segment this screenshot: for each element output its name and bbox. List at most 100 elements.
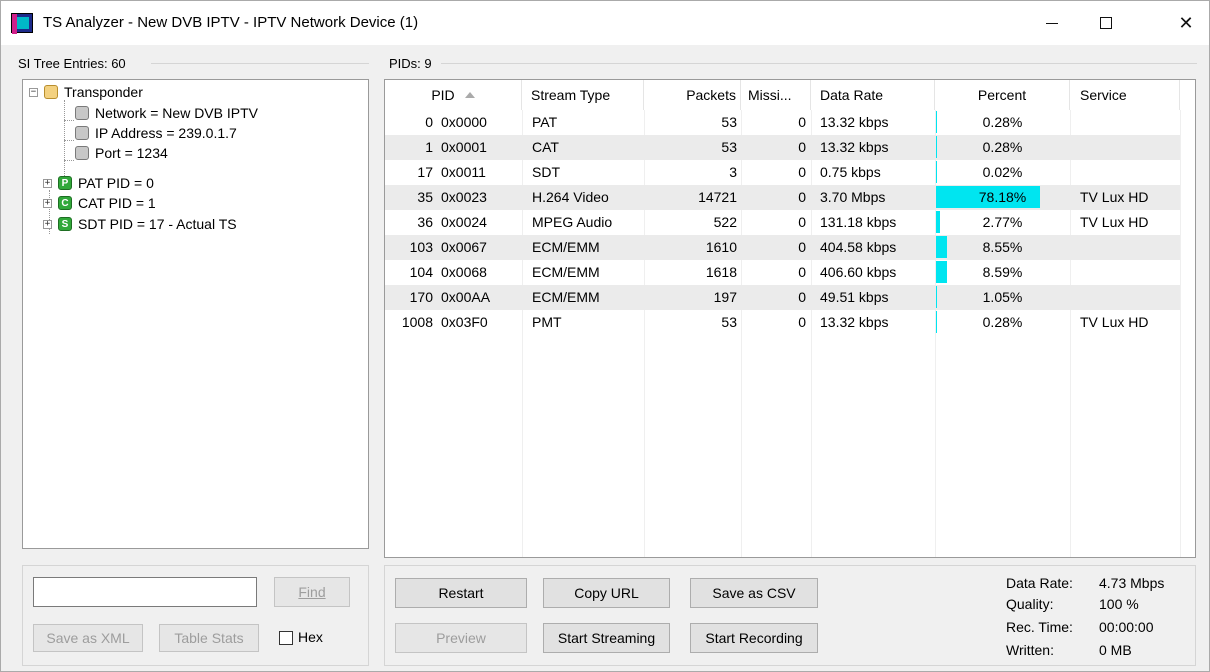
tree-node-transponder[interactable]: − Transponder <box>29 82 143 102</box>
expand-icon[interactable]: + <box>43 198 52 208</box>
column-header-percent[interactable]: Percent <box>935 80 1070 110</box>
close-button[interactable]: ✕ <box>1163 1 1209 45</box>
table-row[interactable]: 36 0x0024 MPEG Audio 522 0 131.18 kbps 2.77% TV… <box>385 210 1180 235</box>
minimize-button[interactable] <box>1029 1 1075 45</box>
hex-checkbox[interactable] <box>279 631 293 645</box>
column-header-stream-type[interactable]: Stream Type <box>522 80 644 110</box>
tree-node-network[interactable]: Network = New DVB IPTV <box>75 103 258 123</box>
stream-type-cell: CAT <box>532 139 559 155</box>
table-row[interactable]: 1008 0x03F0 PMT 53 0 13.32 kbps 0.28% TV Lux HD <box>385 310 1180 335</box>
find-button[interactable]: Find <box>274 577 350 607</box>
missing-cell: 0 <box>798 239 806 255</box>
start-recording-button[interactable]: Start Recording <box>690 623 818 653</box>
tree-node-pat[interactable]: + P PAT PID = 0 <box>43 173 154 193</box>
table-row[interactable]: 17 0x0011 SDT 3 0 0.75 kbps 0.02% <box>385 160 1180 185</box>
stream-type-cell: SDT <box>532 164 560 180</box>
preview-button[interactable]: Preview <box>395 623 527 653</box>
pid-hex-cell: 0x0001 <box>441 139 487 155</box>
table-row[interactable]: 104 0x0068 ECM/EMM 1618 0 406.60 kbps 8.59% <box>385 260 1180 285</box>
tree-node-ip-address[interactable]: IP Address = 239.0.1.7 <box>75 123 237 143</box>
grey-node-icon <box>75 126 89 140</box>
maximize-button[interactable] <box>1083 1 1129 45</box>
service-cell: TV Lux HD <box>1080 314 1149 330</box>
packets-cell: 3 <box>729 164 737 180</box>
pid-hex-cell: 0x0068 <box>441 264 487 280</box>
close-icon: ✕ <box>1178 12 1194 33</box>
column-header-data-rate[interactable]: Data Rate <box>811 80 935 110</box>
service-cell <box>1080 260 1180 285</box>
pid-hex-cell: 0x0023 <box>441 189 487 205</box>
stream-type-cell: PMT <box>532 314 562 330</box>
restart-button[interactable]: Restart <box>395 578 527 608</box>
percent-cell: 8.55% <box>982 239 1023 255</box>
collapse-icon[interactable]: − <box>29 87 38 97</box>
table-stats-button[interactable]: Table Stats <box>159 624 259 652</box>
table-row[interactable]: 103 0x0067 ECM/EMM 1610 0 404.58 kbps 8.55% <box>385 235 1180 260</box>
service-cell <box>1080 235 1180 260</box>
search-input[interactable] <box>33 577 257 607</box>
column-header-pid[interactable]: PID <box>385 80 522 110</box>
data-rate-cell: 49.51 kbps <box>820 289 889 305</box>
pid-hex-cell: 0x0000 <box>441 114 487 130</box>
percent-cell: 0.28% <box>982 314 1023 330</box>
pat-icon: P <box>58 176 72 190</box>
written-label: Written: <box>1006 642 1054 658</box>
preview-button-label: Preview <box>436 630 486 646</box>
save-as-csv-button[interactable]: Save as CSV <box>690 578 818 608</box>
table-row[interactable]: 1 0x0001 CAT 53 0 13.32 kbps 0.28% <box>385 135 1180 160</box>
column-divider <box>1180 110 1181 557</box>
data-rate-cell: 406.60 kbps <box>820 264 897 280</box>
grey-node-icon <box>75 146 89 160</box>
column-header-missing[interactable]: Missi... <box>741 80 811 110</box>
column-header-packets[interactable]: Packets <box>644 80 741 110</box>
packets-cell: 197 <box>713 289 737 305</box>
percent-cell: 0.02% <box>982 164 1023 180</box>
percent-cell: 2.77% <box>982 214 1023 230</box>
pid-hex-cell: 0x00AA <box>441 289 491 305</box>
copy-url-button[interactable]: Copy URL <box>543 578 670 608</box>
tree-node-label: SDT PID = 17 - Actual TS <box>78 216 237 232</box>
copy-url-button-label: Copy URL <box>574 585 639 601</box>
service-cell <box>1080 110 1180 135</box>
expand-icon[interactable]: + <box>43 178 52 188</box>
pid-cell: 17 <box>417 164 433 180</box>
title-bar: TS Analyzer - New DVB IPTV - IPTV Networ… <box>1 1 1209 45</box>
sdt-icon: S <box>58 217 72 231</box>
service-cell: TV Lux HD <box>1080 214 1149 230</box>
written-value: 0 MB <box>1099 642 1132 658</box>
stream-type-cell: ECM/EMM <box>532 289 600 305</box>
pids-header: PIDs: 9 <box>389 56 435 71</box>
pids-table[interactable]: PID Stream Type Packets Missi... Data Ra… <box>384 79 1196 558</box>
stream-type-cell: H.264 Video <box>532 189 609 205</box>
table-row[interactable]: 0 0x0000 PAT 53 0 13.32 kbps 0.28% <box>385 110 1180 135</box>
save-as-xml-button[interactable]: Save as XML <box>33 624 143 652</box>
table-row[interactable]: 170 0x00AA ECM/EMM 197 0 49.51 kbps 1.05% <box>385 285 1180 310</box>
start-streaming-button[interactable]: Start Streaming <box>543 623 670 653</box>
pid-cell: 1 <box>425 139 433 155</box>
percent-cell: 0.28% <box>982 114 1023 130</box>
pid-cell: 103 <box>409 239 433 255</box>
pid-hex-cell: 0x03F0 <box>441 314 488 330</box>
rec-time-value: 00:00:00 <box>1099 619 1154 635</box>
table-row[interactable]: 35 0x0023 H.264 Video 14721 0 3.70 Mbps 78.18%… <box>385 185 1180 210</box>
maximize-icon <box>1100 17 1112 29</box>
stream-type-cell: ECM/EMM <box>532 264 600 280</box>
tree-node-cat[interactable]: + C CAT PID = 1 <box>43 193 156 213</box>
tree-node-label: CAT PID = 1 <box>78 195 156 211</box>
missing-cell: 0 <box>798 114 806 130</box>
pid-cell: 104 <box>409 264 433 280</box>
tree-node-label: PAT PID = 0 <box>78 175 154 191</box>
folder-icon <box>44 85 58 99</box>
si-tree[interactable]: − Transponder Network = New DVB IPTV IP … <box>22 79 369 549</box>
packets-cell: 522 <box>713 214 737 230</box>
percent-cell: 78.18% <box>978 189 1027 205</box>
tree-node-sdt[interactable]: + S SDT PID = 17 - Actual TS <box>43 214 237 234</box>
expand-icon[interactable]: + <box>43 219 52 229</box>
find-button-label: Find <box>298 584 326 600</box>
save-as-xml-label: Save as XML <box>46 630 130 646</box>
tree-node-port[interactable]: Port = 1234 <box>75 143 168 163</box>
missing-cell: 0 <box>798 139 806 155</box>
quality-value: 100 % <box>1099 596 1139 612</box>
tree-header: SI Tree Entries: 60 <box>18 56 129 71</box>
column-header-service[interactable]: Service <box>1070 80 1180 110</box>
